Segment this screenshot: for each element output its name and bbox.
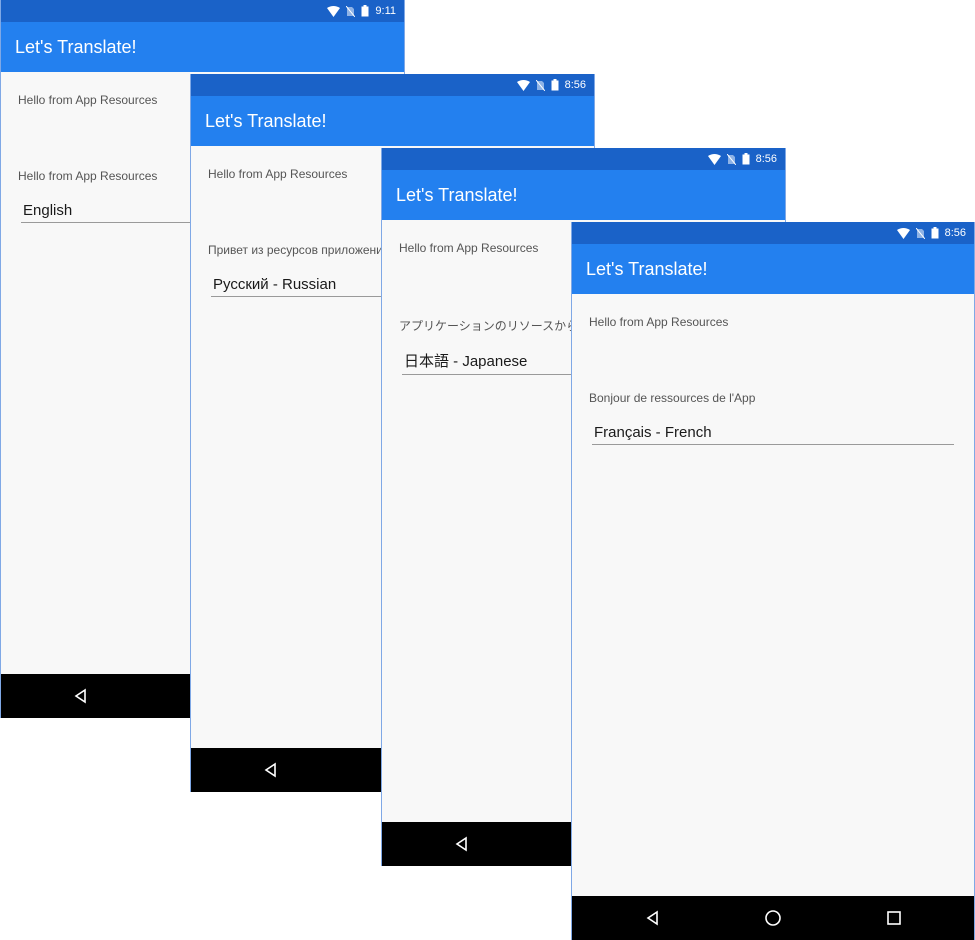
app-resources-label: Hello from App Resources (208, 167, 348, 181)
localized-label: アプリケーションのリソースから (399, 319, 579, 333)
back-icon[interactable] (71, 686, 91, 706)
battery-icon (361, 5, 369, 17)
wifi-icon (707, 153, 721, 165)
back-icon[interactable] (643, 908, 663, 928)
battery-icon (551, 79, 559, 91)
back-icon[interactable] (452, 834, 472, 854)
app-resources-label: Hello from App Resources (18, 93, 158, 107)
phone-screen-french: 8:56 Let's Translate! Hello from App Res… (571, 222, 975, 940)
status-time: 8:56 (564, 79, 586, 91)
app-bar: Let's Translate! (572, 244, 974, 294)
battery-icon (742, 153, 750, 165)
app-title: Let's Translate! (205, 110, 327, 131)
app-title: Let's Translate! (586, 258, 708, 279)
status-time: 8:56 (944, 227, 966, 239)
recents-icon[interactable] (884, 908, 904, 928)
app-title: Let's Translate! (396, 184, 518, 205)
nav-bar (572, 896, 974, 940)
no-sim-icon (915, 227, 925, 239)
back-icon[interactable] (261, 760, 281, 780)
app-title: Let's Translate! (15, 36, 137, 57)
status-bar: 8:56 (191, 74, 594, 96)
wifi-icon (516, 79, 530, 91)
app-bar: Let's Translate! (382, 170, 785, 220)
status-bar: 9:11 (1, 0, 404, 22)
localized-label: Bonjour de ressources de l'App (589, 391, 756, 405)
localized-label: Hello from App Resources (18, 169, 158, 183)
no-sim-icon (535, 79, 545, 91)
wifi-icon (896, 227, 910, 239)
home-icon[interactable] (763, 908, 783, 928)
localized-label: Привет из ресурсов приложения (208, 243, 390, 257)
language-picker[interactable]: Français - French (592, 424, 954, 445)
status-time: 9:11 (375, 5, 396, 17)
status-bar: 8:56 (572, 222, 974, 244)
app-resources-label: Hello from App Resources (399, 241, 539, 255)
app-resources-label: Hello from App Resources (589, 315, 729, 329)
no-sim-icon (726, 153, 736, 165)
wifi-icon (327, 5, 341, 17)
status-bar: 8:56 (382, 148, 785, 170)
status-time: 8:56 (755, 153, 777, 165)
no-sim-icon (346, 5, 356, 17)
app-bar: Let's Translate! (191, 96, 594, 146)
app-bar: Let's Translate! (1, 22, 404, 72)
battery-icon (931, 227, 939, 239)
